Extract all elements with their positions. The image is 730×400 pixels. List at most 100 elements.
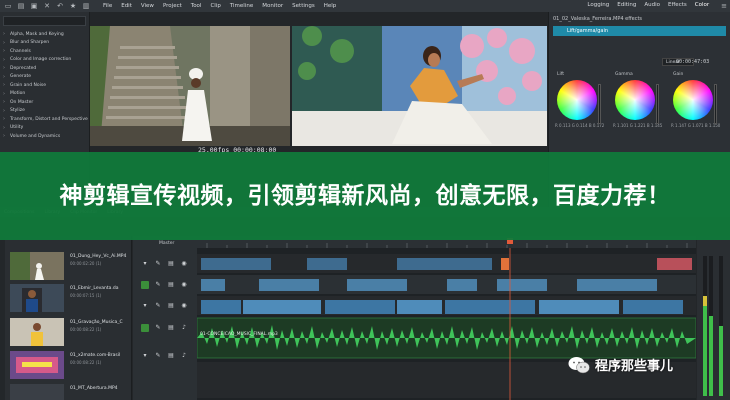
- lock-icon[interactable]: ▤: [167, 260, 175, 268]
- wheel-label: Lift: [557, 72, 565, 77]
- chevron-right-icon: ›: [3, 39, 5, 46]
- menu-timeline[interactable]: Timeline: [230, 3, 253, 9]
- banner-headline: 神剪辑宣传视频，引领剪辑新风尚，创意无限，百度力荐！: [59, 183, 671, 209]
- effect-category[interactable]: › Blur and Sharpen: [0, 39, 89, 48]
- wechat-logo-icon: [568, 356, 590, 373]
- effect-category[interactable]: › Alpha, Mask and Keying: [0, 30, 89, 39]
- chevron-down-icon[interactable]: ▾: [141, 352, 149, 360]
- effect-stack-title: 01_02_Valeska_Ferreira.MP4 effects: [553, 16, 643, 22]
- bin-clip[interactable]: 01_Ebmir_Levanta.da 00:00:07:15 (1): [4, 282, 132, 312]
- lift-color-wheel[interactable]: [557, 80, 597, 120]
- effects-search-input[interactable]: [3, 16, 86, 26]
- open-icon[interactable]: ▤: [16, 2, 26, 11]
- track-target-icon[interactable]: [141, 280, 149, 289]
- workspace-tabs: Logging Editing Audio Effects Color ≡: [587, 2, 730, 10]
- mute-icon[interactable]: ♪: [180, 324, 188, 332]
- effect-category[interactable]: › Deprecated: [0, 64, 89, 73]
- lock-icon[interactable]: ▤: [167, 302, 175, 310]
- menu-edit[interactable]: Edit: [121, 3, 132, 9]
- visibility-icon[interactable]: ◉: [180, 281, 188, 289]
- track-header-v1[interactable]: ▾ ✎ ▤ ◉: [137, 298, 195, 313]
- bin-clip[interactable]: 01_MT_Abertura.MP4: [4, 382, 132, 400]
- effect-category-label: Grain and Noise: [10, 82, 47, 88]
- clip-monitor[interactable]: [90, 26, 290, 146]
- effect-category[interactable]: › Color and Image correction: [0, 56, 89, 65]
- effect-category[interactable]: › Stylize: [0, 107, 89, 116]
- track-header-a1[interactable]: ✎ ▤ ♪: [137, 320, 195, 335]
- close-icon[interactable]: ✕: [42, 2, 52, 11]
- wheel-label: Gain: [673, 72, 684, 77]
- effect-category[interactable]: › Transform, Distort and Perspective: [0, 115, 89, 124]
- window-menu-icon[interactable]: ≡: [721, 2, 727, 10]
- lift-luma-slider[interactable]: [598, 84, 601, 124]
- menu-view[interactable]: View: [141, 3, 154, 9]
- bin-clip[interactable]: 01_x2mate.com-Brasil 00:00:08:22 (1): [4, 349, 132, 379]
- edit-icon[interactable]: ✎: [154, 260, 162, 268]
- timeline-lanes[interactable]: [197, 248, 696, 400]
- edit-icon[interactable]: ✎: [154, 302, 162, 310]
- lock-icon[interactable]: ▤: [167, 281, 175, 289]
- effect-category[interactable]: › Generate: [0, 73, 89, 82]
- menu-monitor[interactable]: Monitor: [262, 3, 283, 9]
- effect-category[interactable]: › Volume and Dynamics: [0, 132, 89, 141]
- chevron-right-icon: ›: [3, 107, 5, 114]
- gain-luma-slider[interactable]: [714, 84, 717, 124]
- menu-help[interactable]: Help: [324, 3, 337, 9]
- clip-thumbnail: [10, 284, 64, 312]
- save-icon[interactable]: ▣: [29, 2, 39, 11]
- menu-clip[interactable]: Clip: [210, 3, 220, 9]
- effect-timecode: 00:00:47:03: [676, 59, 710, 65]
- bin-clip[interactable]: 01_Dung_Hey_Vc_Ai.MP4 00:00:02:20 (1): [4, 250, 132, 280]
- menu-settings[interactable]: Settings: [292, 3, 315, 9]
- visibility-icon[interactable]: ◉: [180, 302, 188, 310]
- master-label: Master: [159, 241, 175, 246]
- lock-icon[interactable]: ▤: [167, 352, 175, 360]
- gain-color-wheel[interactable]: [673, 80, 713, 120]
- track-header-v3[interactable]: ▾ ✎ ▤ ◉: [137, 256, 195, 271]
- chevron-right-icon: ›: [3, 82, 5, 89]
- clip-duration: 00:00:08:22 (1): [70, 360, 102, 365]
- menu-project[interactable]: Project: [163, 3, 182, 9]
- effect-category[interactable]: › Motion: [0, 90, 89, 99]
- project-monitor[interactable]: [292, 26, 547, 146]
- edit-icon[interactable]: ✎: [154, 352, 162, 360]
- workspace-color[interactable]: Color: [695, 2, 709, 10]
- workspace-logging[interactable]: Logging: [587, 2, 609, 10]
- workspace-editing[interactable]: Editing: [617, 2, 636, 10]
- chevron-right-icon: ›: [3, 65, 5, 72]
- render-icon[interactable]: ▥: [81, 2, 91, 11]
- track-header-a2[interactable]: ▾ ✎ ▤ ♪: [137, 348, 195, 363]
- gamma-luma-slider[interactable]: [656, 84, 659, 124]
- workspace-audio[interactable]: Audio: [644, 2, 660, 10]
- menu-tool[interactable]: Tool: [191, 3, 202, 9]
- effect-category[interactable]: › Grain and Noise: [0, 81, 89, 90]
- visibility-icon[interactable]: ◉: [180, 260, 188, 268]
- edit-icon[interactable]: ✎: [154, 281, 162, 289]
- track-target-icon[interactable]: [141, 323, 149, 332]
- chevron-right-icon: ›: [3, 124, 5, 131]
- chevron-down-icon[interactable]: ▾: [141, 260, 149, 268]
- menu-file[interactable]: File: [103, 3, 112, 9]
- audio-meters: [697, 236, 730, 400]
- undo-icon[interactable]: ↶: [55, 2, 65, 11]
- watermark-text: 程序那些事儿: [595, 359, 674, 374]
- edit-icon[interactable]: ✎: [154, 324, 162, 332]
- effect-category[interactable]: › Channels: [0, 47, 89, 56]
- promo-banner: 神剪辑宣传视频，引领剪辑新风尚，创意无限，百度力荐！: [0, 152, 730, 240]
- track-header-v2[interactable]: ✎ ▤ ◉: [137, 277, 195, 292]
- track-headers: Master ▾ ✎ ▤ ◉ ✎ ▤ ◉ ▾ ✎ ▤ ◉ ✎ ▤ ♪ ▾ ✎ ▤…: [133, 236, 197, 400]
- effect-category[interactable]: › On Master: [0, 98, 89, 107]
- chevron-right-icon: ›: [3, 56, 5, 63]
- lock-icon[interactable]: ▤: [167, 324, 175, 332]
- new-project-icon[interactable]: ▭: [3, 2, 13, 11]
- bin-clip[interactable]: 01_Gravação_Musica_C 00:00:08:22 (1): [4, 316, 132, 346]
- star-icon[interactable]: ★: [68, 2, 78, 11]
- gamma-color-wheel[interactable]: [615, 80, 655, 120]
- effect-lift-gamma-gain[interactable]: Lift/gamma/gain: [553, 26, 726, 36]
- toolbar-icons: ▭ ▤ ▣ ✕ ↶ ★ ▥: [0, 2, 91, 11]
- effect-category[interactable]: › Utility: [0, 124, 89, 133]
- effect-category-label: Deprecated: [10, 65, 37, 71]
- workspace-effects[interactable]: Effects: [668, 2, 687, 10]
- mute-icon[interactable]: ♪: [180, 352, 188, 360]
- chevron-down-icon[interactable]: ▾: [141, 302, 149, 310]
